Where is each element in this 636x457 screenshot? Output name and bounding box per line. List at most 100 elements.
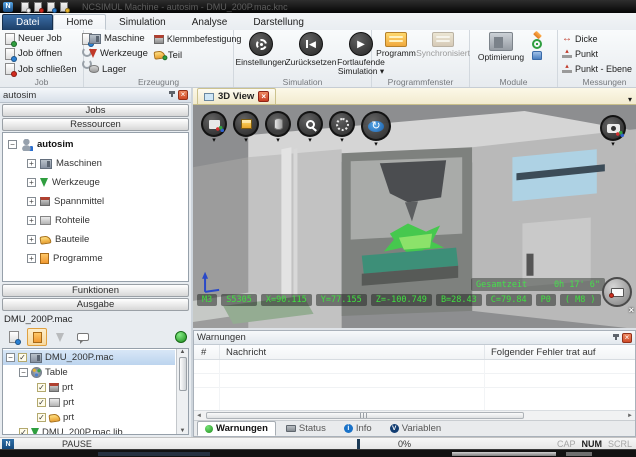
view-tool-button[interactable] — [265, 111, 291, 137]
werkzeuge-button[interactable]: Werkzeuge — [88, 47, 149, 60]
camera-button[interactable] — [600, 115, 626, 141]
einstellungen-button[interactable]: Einstellungen — [238, 32, 284, 76]
comment-button[interactable] — [73, 328, 93, 346]
checkbox[interactable]: ✓ — [18, 353, 27, 362]
checkbox[interactable]: ✓ — [37, 398, 46, 407]
caret-down-icon[interactable]: ▾ — [374, 142, 378, 148]
tab-darstellung[interactable]: Darstellung — [240, 14, 317, 30]
close-overlay-icon[interactable]: × — [629, 305, 634, 315]
programm-button[interactable]: Programm — [376, 32, 416, 76]
warnings-hscrollbar[interactable]: ◄ ► — [194, 410, 635, 420]
tab-list-caret-icon[interactable]: ▾ — [628, 95, 632, 104]
tab-simulation[interactable]: Simulation — [106, 14, 179, 30]
caret-down-icon[interactable]: ▾ — [212, 138, 216, 144]
quick-settings-icon[interactable] — [60, 2, 68, 12]
section-ausgabe[interactable]: Ausgabe — [2, 298, 189, 311]
job-node-prt-1[interactable]: ✓ prt — [3, 380, 175, 395]
expand-icon[interactable]: + — [27, 216, 36, 225]
tab-analyse[interactable]: Analyse — [179, 14, 241, 30]
caret-down-icon[interactable]: ▾ — [340, 138, 344, 144]
panel-monitor-button[interactable] — [602, 277, 632, 307]
caret-down-icon[interactable]: ▾ — [308, 138, 312, 144]
tree-node-autosim[interactable]: − autosim — [3, 135, 188, 154]
dicke-button[interactable]: ↔Dicke — [562, 32, 632, 45]
job-node-root[interactable]: − ✓ DMU_200P.mac — [3, 350, 175, 365]
caret-down-icon[interactable]: ▾ — [611, 142, 615, 148]
section-jobs[interactable]: Jobs — [2, 104, 189, 117]
tree-node-werkzeuge[interactable]: + Werkzeuge — [3, 173, 188, 192]
clock-icon[interactable] — [532, 39, 542, 49]
caret-down-icon[interactable]: ▾ — [276, 138, 280, 144]
optimierung-button[interactable]: Optimierung — [474, 32, 528, 76]
job-node-table[interactable]: − Table — [3, 365, 175, 380]
checkbox[interactable]: ✓ — [37, 383, 46, 392]
job-oeffnen-button[interactable]: Job öffnen — [4, 47, 78, 60]
close-icon[interactable]: × — [622, 333, 632, 343]
scroll-left-icon[interactable]: ◄ — [196, 413, 202, 419]
col-error[interactable]: Folgender Fehler trat auf — [485, 347, 635, 358]
synchronisiert-button[interactable]: Synchronisiert — [420, 32, 466, 76]
tree-node-rohteile[interactable]: + Rohteile — [3, 211, 188, 230]
col-message[interactable]: Nachricht — [220, 345, 485, 359]
tree-node-maschinen[interactable]: + Maschinen — [3, 154, 188, 173]
collapse-icon[interactable]: − — [19, 368, 28, 377]
zuruecksetzen-button[interactable]: ◀ Zurücksetzen — [288, 32, 334, 76]
expand-icon[interactable]: + — [27, 235, 36, 244]
neuer-job-button[interactable]: Neuer Job — [4, 32, 78, 45]
expand-icon[interactable]: + — [27, 159, 36, 168]
teil-button[interactable]: Teil — [153, 48, 243, 62]
tab-status[interactable]: Status — [278, 421, 334, 436]
tab-datei[interactable]: Datei — [2, 14, 53, 30]
section-funktionen[interactable]: Funktionen — [2, 284, 189, 297]
view-stock-button[interactable] — [233, 111, 259, 137]
warnings-table-body[interactable] — [194, 360, 635, 410]
scroll-up-icon[interactable]: ▲ — [180, 349, 186, 355]
col-number[interactable]: # — [194, 345, 220, 359]
close-view-icon[interactable]: × — [258, 91, 269, 102]
tree-node-bauteile[interactable]: + Bauteile — [3, 230, 188, 249]
expand-icon[interactable]: + — [27, 178, 36, 187]
quick-new-doc-icon[interactable] — [21, 2, 29, 12]
job-node-prt-2[interactable]: ✓ prt — [3, 395, 175, 410]
expand-icon[interactable]: + — [27, 254, 36, 263]
pen-icon[interactable] — [533, 31, 542, 39]
zoom-button[interactable] — [297, 111, 323, 137]
tab-info[interactable]: iInfo — [336, 421, 380, 436]
quick-play-icon[interactable] — [47, 2, 55, 12]
rotate-view-button[interactable]: ↻ — [361, 111, 391, 141]
job-schliessen-button[interactable]: Job schließen — [4, 63, 78, 76]
scroll-down-icon[interactable]: ▼ — [180, 428, 186, 434]
tree-node-programme[interactable]: + Programme — [3, 249, 188, 268]
job-tree-scrollbar[interactable]: ▲ ▼ — [176, 349, 188, 434]
job-node-lib[interactable]: ✓ DMU_200P.mac.lib — [3, 425, 175, 435]
klemmbefestigung-button[interactable]: Klemmbefestigung — [153, 32, 243, 46]
view-machine-button[interactable] — [201, 111, 227, 137]
tab-home[interactable]: Home — [53, 14, 106, 30]
punkt-button[interactable]: ▴Punkt — [562, 47, 632, 60]
section-ressourcen[interactable]: Ressourcen — [2, 118, 189, 131]
checkbox[interactable]: ✓ — [19, 428, 28, 435]
collapse-icon[interactable]: − — [6, 353, 15, 362]
maschine-button[interactable]: Maschine — [88, 32, 149, 45]
scroll-thumb[interactable] — [179, 357, 187, 391]
pin-icon[interactable] — [168, 91, 175, 99]
app-icon[interactable]: N — [3, 2, 13, 12]
selection-button[interactable] — [329, 111, 355, 137]
tree-node-spannmittel[interactable]: + Spannmittel — [3, 192, 188, 211]
collapse-icon[interactable]: − — [8, 140, 17, 149]
scroll-right-icon[interactable]: ► — [627, 413, 633, 419]
expand-icon[interactable]: + — [27, 197, 36, 206]
close-icon[interactable]: × — [178, 90, 188, 100]
punkt-ebene-button[interactable]: ▴Punkt - Ebene — [562, 62, 632, 75]
lager-button[interactable]: Lager — [88, 63, 149, 76]
tab-3d-view[interactable]: 3D View × — [197, 88, 276, 104]
active-program-button[interactable] — [27, 328, 47, 346]
tab-warnungen[interactable]: Warnungen — [197, 421, 276, 436]
stamp-icon[interactable] — [532, 51, 542, 60]
new-program-button[interactable] — [4, 328, 24, 346]
viewport-3d[interactable]: ▾ ▾ ▾ ▾ ▾ ↻▾ ▾ Gesamtzeit 0h 17' 6" M3 — [193, 105, 636, 328]
caret-down-icon[interactable]: ▾ — [244, 138, 248, 144]
quick-record-icon[interactable] — [34, 2, 42, 12]
tab-variablen[interactable]: VVariablen — [382, 421, 449, 436]
tool-list-button[interactable] — [50, 328, 70, 346]
